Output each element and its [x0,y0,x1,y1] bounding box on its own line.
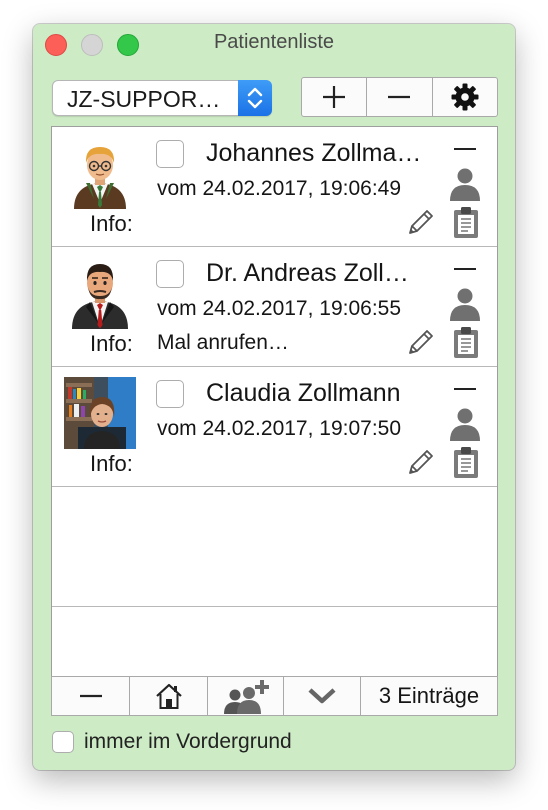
entry-count-label: 3 Einträge [378,683,480,708]
group-add-icon [223,680,269,714]
pencil-icon[interactable] [406,207,436,237]
always-on-top-label: immer im Vordergrund [84,730,292,753]
patient-list: Johannes Zollma… vom 24.02.2017, 19:06:4… [51,126,498,716]
practice-select[interactable]: JZ-SUPPOR… [52,80,272,116]
home-button[interactable] [129,677,207,715]
clipboard-icon[interactable] [452,325,480,359]
plus-icon [323,86,346,108]
remove-patient-button[interactable] [366,78,431,116]
patient-row[interactable]: Dr. Andreas Zoll… vom 24.02.2017, 19:06:… [52,247,497,367]
select-arrows-icon [238,80,272,116]
patient-date: vom 24.02.2017, 19:07:50 [157,417,402,440]
patient-name: Claudia Zollmann [206,379,401,407]
pencil-icon[interactable] [406,447,436,477]
woman-photo-avatar [64,377,136,449]
title-bar: Patientenliste [33,24,515,64]
clipboard-icon[interactable] [452,445,480,479]
pencil-icon[interactable] [406,327,436,357]
add-group-button[interactable] [207,677,283,715]
patient-name: Johannes Zollma… [206,139,422,167]
info-label: Info: [90,211,133,236]
patient-row[interactable]: Claudia Zollmann vom 24.02.2017, 19:07:5… [52,367,497,487]
house-icon [155,683,182,709]
select-checkbox[interactable] [156,260,184,288]
remove-entry-button[interactable] [454,148,476,150]
clipboard-icon[interactable] [452,205,480,239]
minus-icon [388,95,411,99]
patient-date: vom 24.02.2017, 19:06:55 [157,297,402,320]
cartoon-man-glasses-avatar [64,137,136,209]
patient-date: vom 24.02.2017, 19:06:49 [157,177,402,200]
gear-icon [451,83,479,111]
person-icon[interactable] [448,165,482,201]
empty-list-row [52,487,497,607]
info-label: Info: [90,331,133,356]
remove-selected-button[interactable] [52,677,129,715]
toolbar-segmented-control [301,77,498,117]
person-icon[interactable] [448,285,482,321]
select-checkbox[interactable] [156,380,184,408]
info-label: Info: [90,451,133,476]
expand-button[interactable] [283,677,360,715]
bottom-toolbar: 3 Einträge [51,676,498,716]
remove-entry-button[interactable] [454,268,476,270]
window-title: Patientenliste [213,31,335,53]
entry-count: 3 Einträge [360,677,497,715]
practice-select-value: JZ-SUPPOR… [67,86,221,112]
minus-icon [79,694,102,698]
patient-list-window: Patientenliste JZ-SUPPOR… Johannes Zollm… [33,24,515,770]
person-icon[interactable] [448,405,482,441]
cartoon-man-suit-avatar [64,257,136,329]
always-on-top-checkbox[interactable] [52,731,74,753]
chevron-down-icon [308,688,336,704]
add-patient-button[interactable] [302,78,366,116]
select-checkbox[interactable] [156,140,184,168]
remove-entry-button[interactable] [454,388,476,390]
info-value: Mal anrufen… [157,331,289,354]
patient-row[interactable]: Johannes Zollma… vom 24.02.2017, 19:06:4… [52,127,497,247]
patient-name: Dr. Andreas Zoll… [206,259,409,287]
settings-button[interactable] [431,78,497,116]
